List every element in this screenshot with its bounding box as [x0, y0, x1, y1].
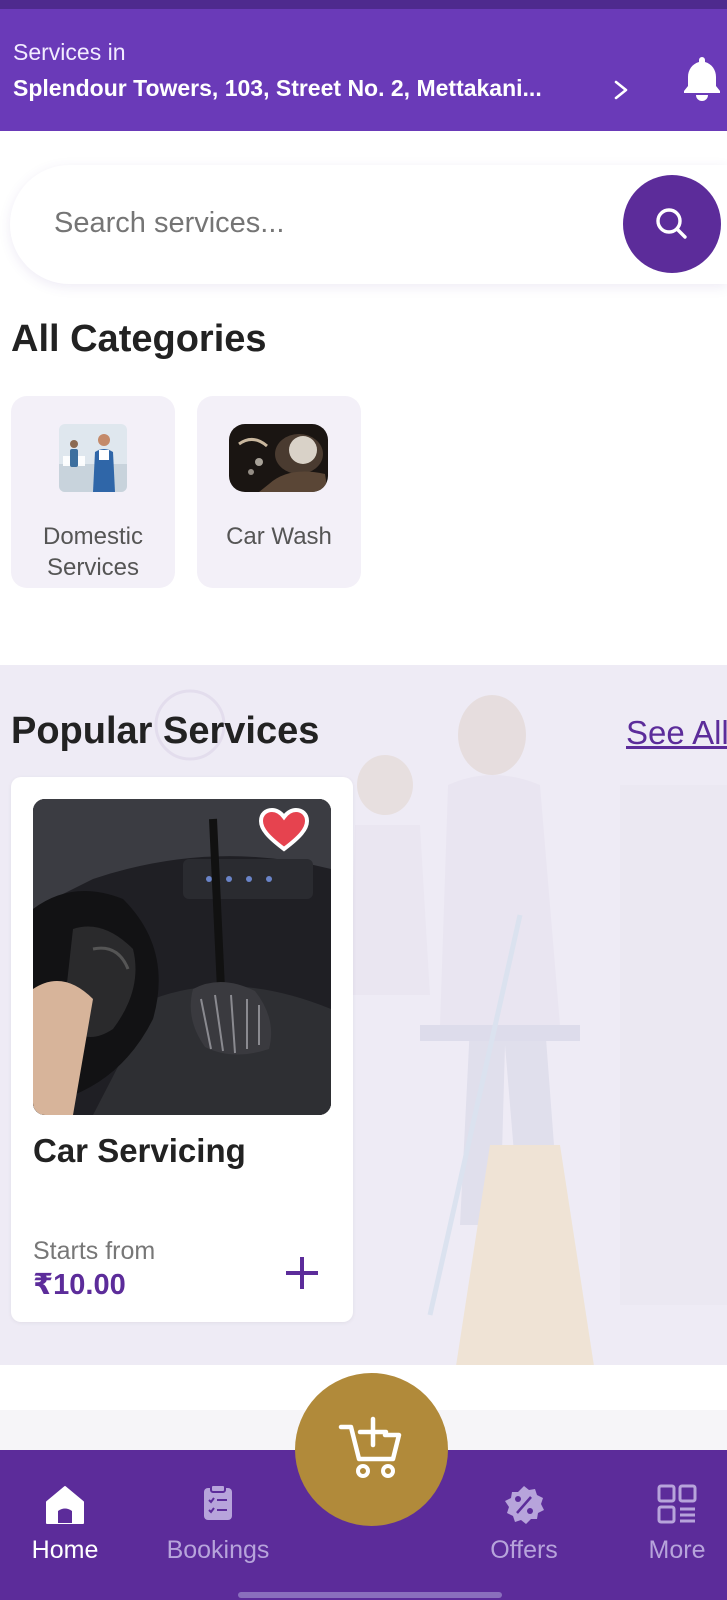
nav-bookings[interactable]: Bookings	[148, 1450, 288, 1600]
chevron-right-icon[interactable]	[607, 75, 635, 105]
nav-home[interactable]: Home	[0, 1450, 135, 1600]
car-wash-image	[229, 424, 328, 492]
cart-add-icon	[338, 1416, 402, 1478]
search-input[interactable]	[54, 207, 574, 240]
status-bar	[0, 0, 727, 9]
clipboard-icon	[204, 1484, 232, 1520]
services-in-label: Services in	[13, 39, 126, 65]
category-card-car-wash[interactable]: Car Wash	[197, 396, 361, 588]
search-button[interactable]	[623, 175, 721, 273]
nav-label: More	[648, 1536, 706, 1564]
bell-icon[interactable]	[682, 53, 722, 103]
category-name: Domestic Services	[42, 523, 144, 581]
add-to-cart-icon[interactable]	[284, 1255, 320, 1291]
location-header[interactable]: Services in Splendour Towers, 103, Stree…	[0, 9, 727, 131]
category-name: Car Wash	[226, 523, 332, 550]
service-card-car-servicing[interactable]: Car Servicing Starts from ₹10.00	[11, 777, 353, 1322]
nav-offers[interactable]: Offers	[454, 1450, 594, 1600]
gesture-home-bar[interactable]	[238, 1592, 502, 1598]
nav-label: Bookings	[166, 1536, 270, 1564]
nav-more[interactable]: More	[607, 1450, 727, 1600]
discount-badge-icon	[505, 1486, 544, 1524]
service-price: ₹10.00	[33, 1269, 126, 1301]
service-name: Car Servicing	[33, 1132, 246, 1169]
categories-title: All Categories	[11, 318, 267, 360]
search-bar[interactable]	[10, 165, 727, 284]
app-screen: Services in Splendour Towers, 103, Stree…	[0, 0, 727, 1600]
search-icon	[656, 208, 687, 239]
see-all-link[interactable]: See All	[626, 714, 727, 752]
starts-from-label: Starts from	[33, 1237, 156, 1265]
popular-services-title: Popular Services	[11, 710, 320, 752]
nav-label: Offers	[490, 1536, 558, 1564]
domestic-services-image	[59, 424, 127, 492]
home-icon	[46, 1486, 84, 1524]
favorite-heart-icon[interactable]	[258, 807, 310, 853]
cart-fab-button[interactable]	[295, 1373, 448, 1526]
nav-label: Home	[31, 1536, 99, 1564]
grid-icon	[657, 1484, 697, 1524]
selected-address[interactable]: Splendour Towers, 103, Street No. 2, Met…	[13, 75, 583, 102]
category-card-domestic[interactable]: Domestic Services	[11, 396, 175, 588]
